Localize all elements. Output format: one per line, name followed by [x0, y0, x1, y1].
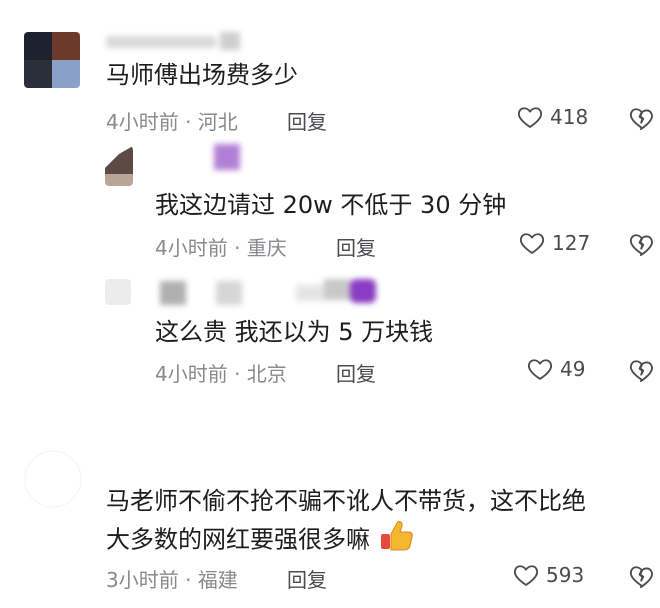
broken-heart-icon[interactable] — [628, 104, 656, 132]
username-redacted — [214, 144, 244, 170]
comment-meta: 3小时前 · 福建 — [106, 568, 238, 592]
heart-outline-icon — [513, 565, 539, 586]
comment-text: 马师傅出场费多少 — [106, 61, 298, 89]
avatar[interactable] — [24, 450, 82, 508]
comment-2: 我这边请过 20w 不低于 30 分钟 4小时前 · 重庆 回复 127 — [0, 140, 660, 265]
reply-button[interactable]: 回复 — [336, 232, 376, 261]
avatar[interactable] — [105, 146, 133, 186]
like-button[interactable]: 418 — [516, 103, 588, 131]
reply-button[interactable]: 回复 — [287, 106, 327, 135]
like-count: 49 — [560, 357, 586, 381]
username-redacted — [106, 32, 241, 50]
comment-text: 我这边请过 20w 不低于 30 分钟 — [155, 191, 507, 219]
comment-text: 这么贵 我还以为 5 万块钱 — [155, 318, 434, 346]
heart-outline-icon — [527, 359, 553, 380]
like-button[interactable]: 49 — [526, 355, 585, 383]
thumbs-up-emoji — [380, 518, 414, 563]
reply-button[interactable]: 回复 — [336, 358, 376, 387]
broken-heart-icon[interactable] — [628, 230, 656, 258]
comment-3: 这么贵 我还以为 5 万块钱 4小时前 · 北京 回复 49 — [0, 265, 660, 395]
like-count: 418 — [550, 105, 589, 129]
like-button[interactable]: 593 — [512, 561, 584, 589]
reply-button[interactable]: 回复 — [287, 564, 327, 593]
comment-meta: 4小时前 · 北京 — [155, 362, 287, 386]
heart-outline-icon — [519, 233, 545, 254]
comment-meta: 4小时前 · 重庆 — [155, 236, 287, 260]
like-count: 127 — [552, 231, 591, 255]
avatar[interactable] — [24, 32, 80, 88]
broken-heart-icon[interactable] — [628, 562, 656, 590]
comment-text-line-2: 大多数的网红要强很多嘛 — [106, 518, 414, 563]
broken-heart-icon[interactable] — [628, 356, 656, 384]
comment-1: 马师傅出场费多少 4小时前 · 河北 回复 418 — [0, 0, 660, 140]
comment-text-line-2-content: 大多数的网红要强很多嘛 — [106, 525, 370, 554]
comment-text-line-1: 马老师不偷不抢不骗不讹人不带货，这不比绝 — [106, 487, 586, 515]
like-count: 593 — [546, 563, 585, 587]
username-redacted — [160, 279, 390, 307]
comment-meta: 4小时前 · 河北 — [106, 110, 238, 134]
avatar[interactable] — [105, 279, 131, 305]
heart-outline-icon — [517, 107, 543, 128]
like-button[interactable]: 127 — [518, 229, 590, 257]
comment-4: 马老师不偷不抢不骗不讹人不带货，这不比绝 大多数的网红要强很多嘛 3小时前 · … — [0, 430, 660, 608]
